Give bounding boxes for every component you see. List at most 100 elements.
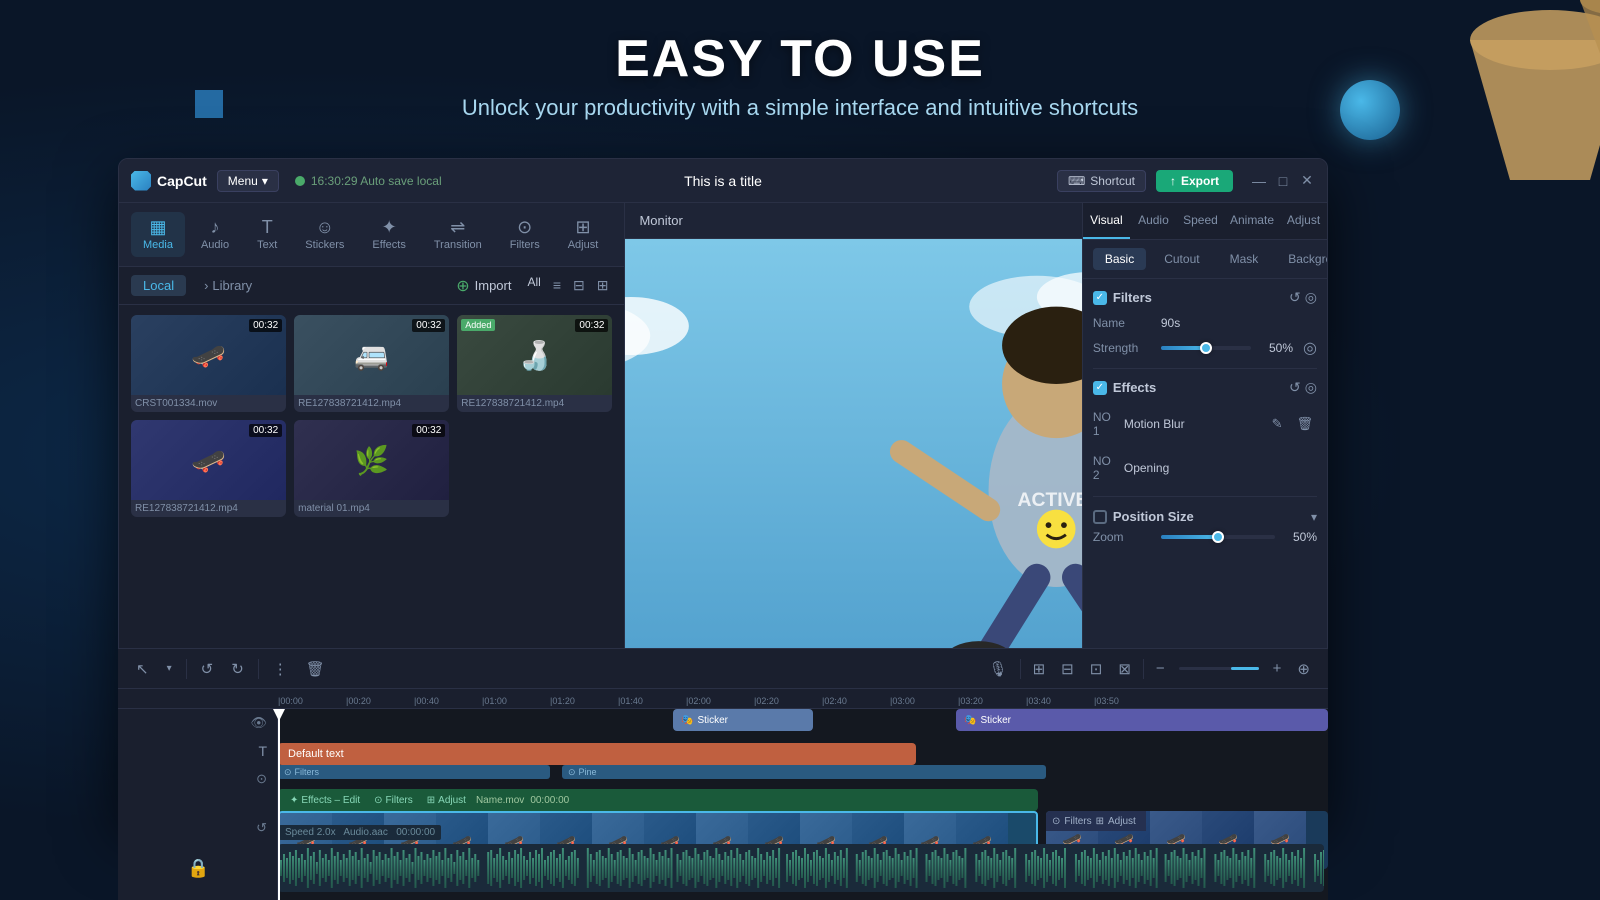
strength-slider[interactable]	[1161, 346, 1251, 350]
sticker-label-2: Sticker	[980, 715, 1011, 726]
export-button[interactable]: ↑ Export	[1156, 170, 1233, 192]
toolbar-item-stickers[interactable]: ☺ Stickers	[293, 212, 356, 257]
position-size-checkbox[interactable]	[1093, 510, 1107, 524]
minimize-button[interactable]: —	[1251, 173, 1267, 189]
tab-adjust[interactable]: Adjust	[1280, 203, 1327, 239]
fit-timeline-icon[interactable]: ⊕	[1291, 656, 1316, 682]
toolbar-item-media[interactable]: ▦ Media	[131, 212, 185, 257]
effects-edit-bar[interactable]: ✦ Effects – Edit ⊙ Filters ⊞ Adjust Name…	[278, 789, 1038, 811]
sort-icon[interactable]: ≡	[549, 275, 565, 296]
transition-label: Transition	[434, 239, 482, 251]
local-tab[interactable]: Local	[131, 275, 186, 296]
rotate-icon[interactable]: ↺	[256, 820, 267, 836]
timeline-content: 👁 T ⊙ ↺ T 🎵 🎭 Sticker	[118, 709, 1328, 900]
track-icon-audio: 🎵	[118, 891, 277, 900]
sub-tab-background[interactable]: Background	[1276, 248, 1327, 270]
strength-slider-thumb[interactable]	[1200, 342, 1212, 354]
app-name: CapCut	[157, 173, 207, 189]
trim-icon[interactable]: ⊟	[1055, 656, 1080, 682]
filters-checkbox[interactable]: ✓	[1093, 291, 1107, 305]
media-item[interactable]: 🚐 00:32 RE127838721412.mp4	[294, 315, 449, 412]
tl-separator-1	[186, 659, 187, 679]
list-view-icon[interactable]: ⊞	[593, 275, 613, 296]
zoom-out-icon[interactable]: −	[1150, 656, 1171, 681]
audio-track-lock-icon[interactable]: 🔒	[120, 844, 278, 892]
tl-separator-2	[258, 659, 259, 679]
menu-button[interactable]: Menu ▾	[217, 170, 279, 192]
position-size-section[interactable]: Position Size ▾	[1093, 509, 1317, 524]
filter-track-icon[interactable]: ⊙	[256, 771, 267, 787]
split-button[interactable]: ⋮	[267, 656, 294, 682]
grid-view-icon[interactable]: ⊟	[569, 275, 589, 296]
sub-tab-basic[interactable]: Basic	[1093, 248, 1146, 270]
sub-tab-cutout[interactable]: Cutout	[1152, 248, 1211, 270]
strength-value: 50%	[1259, 341, 1293, 355]
undo-button[interactable]: ↺	[195, 656, 220, 682]
snap-icon[interactable]: ⊠	[1112, 656, 1137, 682]
tab-audio[interactable]: Audio	[1130, 203, 1177, 239]
monitor-header: Monitor	[625, 203, 1081, 239]
select-tool-button[interactable]: ↖	[130, 656, 155, 682]
zoom-in-icon[interactable]: +	[1267, 656, 1288, 681]
align-icon[interactable]: ⊡	[1084, 656, 1109, 682]
media-item[interactable]: 🛹 00:32 RE127838721412.mp4	[131, 420, 286, 517]
delete-button[interactable]: 🗑	[300, 656, 331, 682]
media-thumb: 🛹 00:32	[131, 420, 286, 500]
effect-name-2: Opening	[1124, 461, 1317, 475]
filter-clip-1[interactable]: ⊙ Filters	[278, 765, 550, 779]
filter-clip-2[interactable]: ⊙ Pine	[562, 765, 1046, 779]
sticker-clip-1[interactable]: 🎭 Sticker	[673, 709, 813, 731]
media-item[interactable]: 🍶 Added 00:32 RE127838721412.mp4	[457, 315, 612, 412]
tab-animate[interactable]: Animate	[1224, 203, 1280, 239]
text-track-icon[interactable]: T	[258, 743, 267, 759]
effects-edit-icon: ✦	[290, 795, 298, 806]
video-clip-name: Name.mov	[476, 795, 524, 806]
toolbar-item-filters[interactable]: ⊙ Filters	[498, 212, 552, 257]
toolbar-item-audio[interactable]: ♪ Audio	[189, 212, 241, 257]
sub-tab-mask[interactable]: Mask	[1218, 248, 1271, 270]
library-item[interactable]: › Library	[196, 275, 260, 296]
all-filter-label[interactable]: All	[527, 275, 540, 296]
effects-checkbox[interactable]: ✓	[1093, 381, 1107, 395]
text-track-clip[interactable]: Default text	[278, 743, 916, 765]
sticker-clip-2[interactable]: 🎭 Sticker	[956, 709, 1328, 731]
media-item[interactable]: 🛹 00:32 CRST001334.mov	[131, 315, 286, 412]
zoom-slider-timeline[interactable]	[1179, 667, 1259, 670]
effect-edit-icon-1[interactable]: ✎	[1268, 414, 1287, 434]
redo-button[interactable]: ↻	[225, 656, 250, 682]
clip-connect-icon[interactable]: ⊞	[1027, 656, 1052, 682]
filter-name-value: 90s	[1161, 316, 1180, 330]
effects-reset-icon[interactable]: ↺	[1289, 379, 1301, 396]
import-button[interactable]: ⊕ Import	[456, 276, 511, 296]
tab-visual[interactable]: Visual	[1083, 203, 1130, 239]
toolbar-item-effects[interactable]: ✦ Effects	[360, 212, 417, 257]
filters-reset-icon[interactable]: ↺	[1289, 289, 1301, 306]
audio-icon: ♪	[211, 218, 220, 236]
filters-settings-icon[interactable]: ◎	[1305, 289, 1317, 306]
filters-label: Filters	[510, 239, 540, 251]
audio-waveform-svg	[278, 844, 1324, 892]
effect-num-2: NO 2	[1093, 454, 1118, 482]
eye-icon[interactable]: 👁	[250, 715, 267, 731]
close-button[interactable]: ✕	[1299, 173, 1315, 189]
toolbar-item-adjust[interactable]: ⊞ Adjust	[556, 212, 611, 257]
toolbar-item-transition[interactable]: ⇌ Transition	[422, 212, 494, 257]
effect-delete-icon-1[interactable]: 🗑	[1292, 414, 1317, 434]
zoom-slider[interactable]	[1161, 535, 1275, 539]
tl-dropdown-icon[interactable]: ▾	[161, 659, 178, 678]
media-item[interactable]: 🌿 00:32 material 01.mp4	[294, 420, 449, 517]
tab-speed[interactable]: Speed	[1177, 203, 1224, 239]
clip2-adjust-icon: ⊞	[1096, 816, 1104, 827]
audio-track-clip[interactable]	[278, 844, 1324, 892]
strength-row: Strength 50% ◎	[1093, 338, 1317, 358]
position-size-expand-icon[interactable]: ▾	[1311, 510, 1317, 524]
playhead[interactable]	[278, 709, 280, 900]
mic-record-icon[interactable]: 🎙	[983, 656, 1014, 682]
effects-settings-icon[interactable]: ◎	[1305, 379, 1317, 396]
toolbar-item-text[interactable]: T Text	[245, 212, 289, 257]
shortcut-button[interactable]: ⌨ Shortcut	[1057, 170, 1146, 192]
zoom-slider-thumb[interactable]	[1212, 531, 1224, 543]
media-icon: ▦	[149, 218, 166, 236]
strength-increment-icon[interactable]: ◎	[1303, 338, 1317, 358]
maximize-button[interactable]: □	[1275, 173, 1291, 189]
